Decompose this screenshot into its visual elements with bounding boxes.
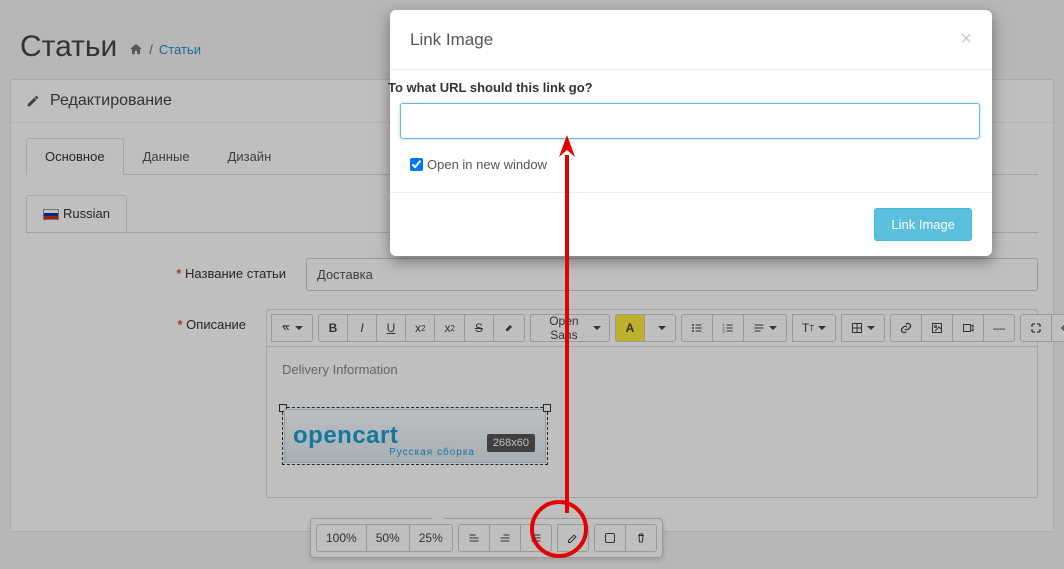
close-icon[interactable]: ×	[960, 28, 972, 51]
new-window-checkbox[interactable]	[410, 158, 423, 171]
modal-prompt: To what URL should this link go?	[388, 70, 972, 103]
modal-title: Link Image	[410, 30, 493, 50]
link-image-modal: Link Image × To what URL should this lin…	[390, 10, 992, 256]
new-window-label[interactable]: Open in new window	[427, 157, 547, 172]
link-image-submit-button[interactable]: Link Image	[874, 208, 972, 241]
url-input[interactable]	[400, 103, 980, 139]
